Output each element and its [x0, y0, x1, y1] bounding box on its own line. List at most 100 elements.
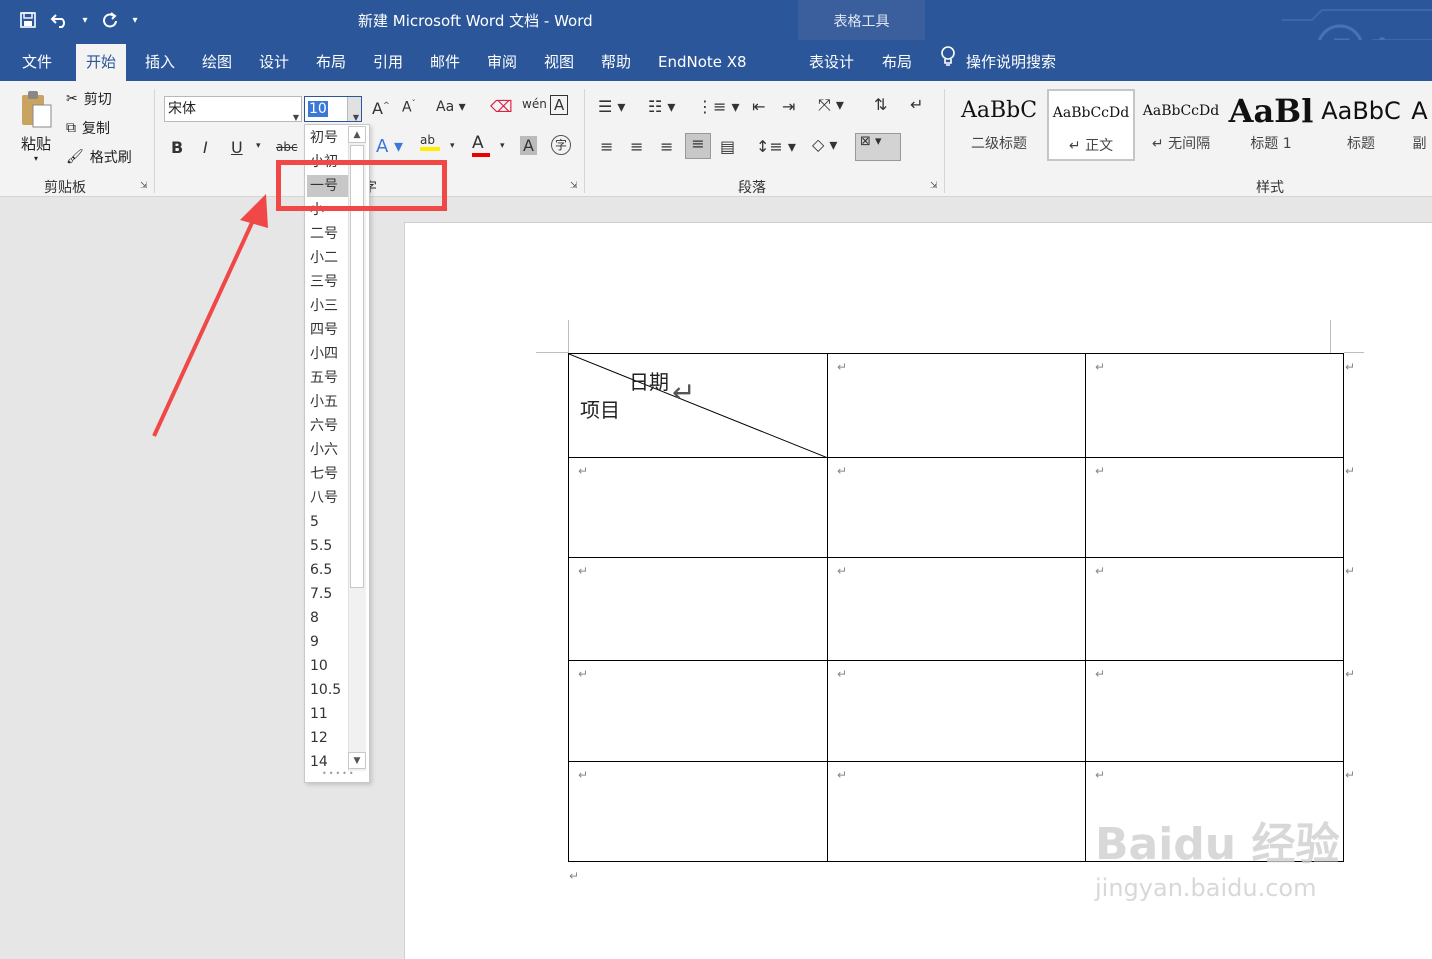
- size-option[interactable]: 小二: [307, 247, 351, 269]
- table-cell[interactable]: ↵: [1085, 353, 1344, 458]
- table-cell[interactable]: ↵: [568, 457, 828, 558]
- justify-icon[interactable]: ≡: [685, 133, 711, 159]
- increase-indent-icon[interactable]: ⇥: [782, 97, 795, 116]
- tell-me-search[interactable]: 操作说明搜索: [940, 44, 1056, 81]
- align-right-icon[interactable]: ≡: [660, 137, 673, 156]
- table-cell[interactable]: ↵: [827, 457, 1086, 558]
- character-border-icon[interactable]: A: [550, 95, 569, 115]
- table-cell[interactable]: ↵: [827, 660, 1086, 762]
- chinese-layout-icon[interactable]: ⤧ ▾: [818, 95, 844, 115]
- style-title[interactable]: AaBbC 标题: [1317, 89, 1405, 161]
- bold-button[interactable]: B: [171, 138, 183, 157]
- tab-help[interactable]: 帮助: [591, 44, 641, 81]
- borders-button[interactable]: ⊠ ▾: [855, 133, 901, 161]
- size-option[interactable]: 11: [307, 703, 351, 725]
- redo-icon[interactable]: [96, 6, 124, 34]
- size-option[interactable]: 5.5: [307, 535, 351, 557]
- size-option[interactable]: 7.5: [307, 583, 351, 605]
- underline-dropdown-icon[interactable]: ▾: [256, 141, 261, 151]
- size-option[interactable]: 10: [307, 655, 351, 677]
- style-normal[interactable]: AaBbCcDd ↵ 正文: [1047, 89, 1135, 161]
- size-option[interactable]: 四号: [307, 319, 351, 341]
- style-heading-2[interactable]: AaBbC 二级标题: [955, 89, 1043, 161]
- size-option[interactable]: 小四: [307, 343, 351, 365]
- resize-grip-icon[interactable]: •••••: [322, 769, 356, 778]
- scroll-up-icon[interactable]: ▲: [348, 126, 366, 143]
- tab-review[interactable]: 审阅: [477, 44, 527, 81]
- style-subtitle[interactable]: A 副: [1407, 89, 1432, 161]
- font-color-dropdown-icon[interactable]: ▾: [500, 141, 505, 151]
- shading-icon[interactable]: ◇ ▾: [812, 135, 837, 154]
- font-launcher-icon[interactable]: ⇲: [570, 181, 578, 191]
- undo-dropdown-icon[interactable]: ▾: [78, 6, 92, 34]
- size-option[interactable]: 八号: [307, 487, 351, 509]
- tab-layout[interactable]: 布局: [306, 44, 356, 81]
- table-cell[interactable]: ↵: [568, 660, 828, 762]
- grow-font-icon[interactable]: A^: [372, 99, 390, 118]
- show-marks-icon[interactable]: ↵: [910, 95, 923, 114]
- size-option[interactable]: 五号: [307, 367, 351, 389]
- tab-design[interactable]: 设计: [249, 44, 299, 81]
- tab-references[interactable]: 引用: [363, 44, 413, 81]
- decrease-indent-icon[interactable]: ⇤: [752, 97, 765, 116]
- size-option[interactable]: 9: [307, 631, 351, 653]
- table-cell[interactable]: ↵: [1085, 557, 1344, 661]
- save-icon[interactable]: [14, 6, 42, 34]
- scroll-thumb[interactable]: [350, 145, 364, 588]
- format-painter-button[interactable]: 🖌 格式刷: [66, 147, 132, 167]
- font-size-combobox[interactable]: 10 ▼: [304, 96, 362, 122]
- size-option[interactable]: 10.5: [307, 679, 351, 701]
- size-option[interactable]: 小六: [307, 439, 351, 461]
- sort-icon[interactable]: ⇅: [874, 95, 887, 114]
- size-option[interactable]: 六号: [307, 415, 351, 437]
- tab-table-design[interactable]: 表设计: [799, 44, 864, 81]
- tab-view[interactable]: 视图: [534, 44, 584, 81]
- highlight-dropdown-icon[interactable]: ▾: [450, 141, 455, 151]
- undo-icon[interactable]: [46, 6, 74, 34]
- align-center-icon[interactable]: ≡: [630, 137, 643, 156]
- size-option[interactable]: 初号: [307, 127, 351, 149]
- table-cell[interactable]: ↵: [1085, 660, 1344, 762]
- text-effects-icon[interactable]: A ▾: [376, 136, 403, 157]
- paste-button[interactable]: 粘贴 ▾: [14, 89, 58, 169]
- bullets-icon[interactable]: ☰ ▾: [598, 97, 625, 116]
- cut-button[interactable]: ✂ 剪切: [66, 89, 112, 109]
- style-heading-1[interactable]: AaBl 标题 1: [1227, 89, 1315, 161]
- tab-home[interactable]: 开始: [76, 44, 127, 81]
- font-name-combobox[interactable]: 宋体 ▼: [164, 96, 302, 122]
- line-spacing-icon[interactable]: ↕≡ ▾: [756, 137, 796, 156]
- italic-button[interactable]: I: [203, 138, 208, 157]
- size-option[interactable]: 二号: [307, 223, 351, 245]
- font-color-icon[interactable]: A: [472, 133, 490, 157]
- tab-mailings[interactable]: 邮件: [420, 44, 470, 81]
- table-cell[interactable]: ↵: [1085, 457, 1344, 558]
- size-option[interactable]: 七号: [307, 463, 351, 485]
- table-header-cell[interactable]: 日期 项目 ↵: [568, 353, 828, 458]
- table-cell[interactable]: ↵: [568, 557, 828, 661]
- size-option[interactable]: 12: [307, 727, 351, 749]
- customize-qat-icon[interactable]: ▾: [128, 6, 142, 34]
- align-left-icon[interactable]: ≡: [600, 137, 613, 156]
- size-option[interactable]: 三号: [307, 271, 351, 293]
- strikethrough-button[interactable]: abc: [276, 140, 298, 154]
- multilevel-list-icon[interactable]: ⋮≡ ▾: [697, 97, 740, 116]
- table-cell[interactable]: ↵: [568, 761, 828, 862]
- tab-table-layout[interactable]: 布局: [872, 44, 922, 81]
- copy-button[interactable]: ⧉ 复制: [66, 118, 110, 138]
- clear-formatting-icon[interactable]: ⌫: [490, 97, 513, 116]
- scroll-down-icon[interactable]: ▼: [348, 752, 366, 769]
- paste-dropdown-icon[interactable]: ▾: [14, 154, 58, 163]
- size-option[interactable]: 小三: [307, 295, 351, 317]
- numbering-icon[interactable]: ☷ ▾: [648, 97, 675, 116]
- enclose-characters-icon[interactable]: 字: [551, 135, 571, 155]
- size-option[interactable]: 5: [307, 511, 351, 533]
- document-table[interactable]: 日期 项目 ↵ ↵ ↵ ↵ ↵ ↵ ↵ ↵ ↵ ↵ ↵ ↵ ↵ ↵ ↵: [568, 353, 1344, 862]
- tab-file[interactable]: 文件: [12, 44, 62, 81]
- table-cell[interactable]: ↵: [827, 353, 1086, 458]
- style-no-spacing[interactable]: AaBbCcDd ↵ 无间隔: [1137, 89, 1225, 161]
- size-option[interactable]: 小五: [307, 391, 351, 413]
- tab-endnote[interactable]: EndNote X8: [648, 44, 757, 81]
- distributed-icon[interactable]: ▤: [720, 137, 735, 156]
- shrink-font-icon[interactable]: Aˇ: [402, 99, 416, 116]
- paragraph-launcher-icon[interactable]: ⇲: [930, 181, 938, 191]
